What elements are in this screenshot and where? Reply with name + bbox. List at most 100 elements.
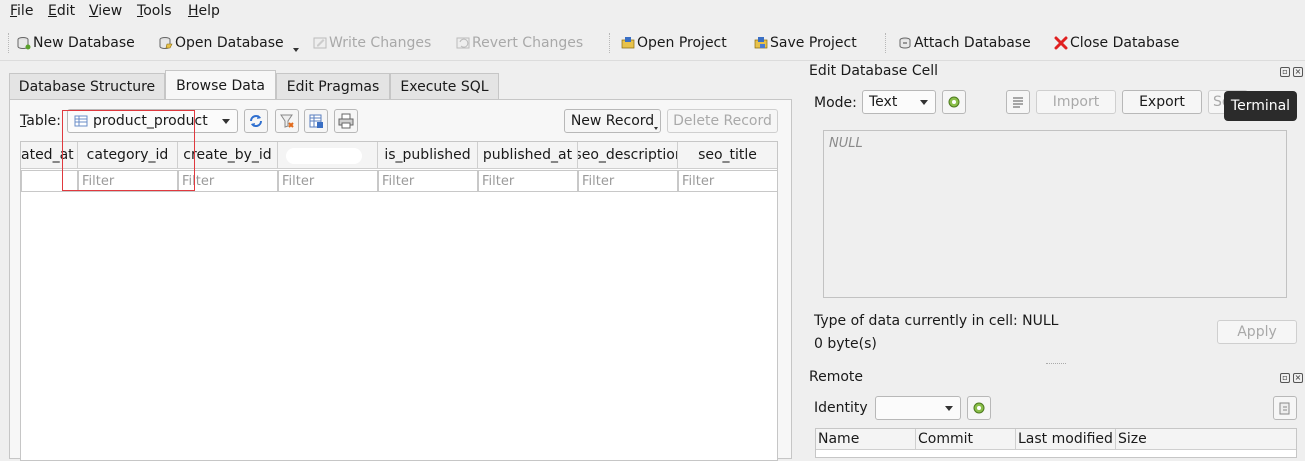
column-header-label: published_at (482, 147, 573, 163)
dock-splitter[interactable] (1046, 363, 1066, 364)
new-database-button[interactable]: New Database (17, 34, 135, 52)
write-changes-button[interactable]: Write Changes (313, 34, 431, 52)
identity-select[interactable] (875, 396, 961, 420)
chevron-down-icon (920, 100, 928, 105)
save-table-icon (309, 114, 323, 128)
tab-browse-data-label: Browse Data (176, 77, 265, 94)
menu-view-mnemonic: V (89, 3, 99, 19)
identity-settings-button[interactable] (967, 396, 991, 420)
new-database-label: New Database (33, 35, 135, 51)
column-header[interactable]: Size (1116, 429, 1296, 450)
menu-help[interactable]: Help (188, 3, 220, 19)
menu-tools-label: ools (143, 3, 172, 19)
menu-file-mnemonic: F (10, 3, 18, 19)
refresh-icon (250, 115, 262, 127)
toolbar-separator-2 (885, 33, 888, 53)
edit-cell-title: Edit Database Cell (809, 63, 938, 79)
save-project-label: Save Project (770, 35, 857, 51)
column-header[interactable] (278, 142, 378, 169)
push-icon (1279, 402, 1290, 415)
tab-browse-data[interactable]: Browse Data (165, 70, 276, 100)
revert-changes-icon (456, 37, 470, 49)
attach-database-label: Attach Database (914, 35, 1031, 51)
remote-title: Remote (809, 369, 864, 385)
apply-label: Apply (1237, 324, 1277, 340)
apply-button[interactable]: Apply (1217, 320, 1297, 344)
auto-switch-button[interactable] (942, 90, 966, 114)
column-header[interactable]: seo_descriptior (578, 142, 678, 169)
menu-tools[interactable]: Tools (137, 3, 172, 19)
import-button[interactable]: Import (1036, 90, 1116, 114)
clear-filters-button[interactable] (275, 109, 299, 133)
tab-execute-sql-label: Execute SQL (400, 78, 489, 95)
refresh-button[interactable] (244, 109, 268, 133)
filter-placeholder: Filter (282, 173, 315, 189)
menu-edit-label: dit (56, 3, 76, 19)
column-header[interactable]: published_at (478, 142, 578, 169)
close-icon[interactable]: × (1293, 67, 1303, 77)
filter-input[interactable]: Filter (678, 170, 777, 192)
revert-changes-button[interactable]: Revert Changes (456, 34, 583, 52)
filter-input[interactable]: Filter (378, 170, 478, 192)
filter-placeholder: Filter (582, 173, 615, 189)
redacted-patch (286, 148, 362, 164)
save-project-icon (754, 37, 768, 49)
open-project-button[interactable]: Open Project (621, 34, 727, 52)
column-header[interactable]: Commit (916, 429, 1016, 450)
tab-database-structure[interactable]: Database Structure (9, 73, 165, 99)
print-button[interactable] (334, 109, 358, 133)
save-table-button[interactable] (304, 109, 328, 133)
open-database-button[interactable]: Open Database (159, 34, 284, 52)
float-icon[interactable]: ▫ (1280, 373, 1290, 383)
tab-database-structure-label: Database Structure (18, 78, 156, 95)
column-header[interactable]: seo_title (678, 142, 777, 169)
float-icon[interactable]: ▫ (1280, 67, 1290, 77)
column-header[interactable]: Last modified (1016, 429, 1116, 450)
new-database-icon (17, 37, 31, 50)
menu-edit-mnemonic: E (48, 3, 57, 19)
tab-edit-pragmas-label: Edit Pragmas (286, 78, 380, 95)
save-project-button[interactable]: Save Project (754, 34, 857, 52)
tab-execute-sql[interactable]: Execute SQL (390, 73, 499, 99)
tab-edit-pragmas[interactable]: Edit Pragmas (276, 73, 390, 99)
column-header-label: Size (1118, 431, 1147, 447)
chevron-down-icon (222, 119, 230, 124)
menu-file-label: ile (17, 3, 34, 19)
new-record-button[interactable]: New Record (564, 109, 661, 133)
open-database-dropdown-icon[interactable] (293, 48, 299, 52)
open-database-label: Open Database (175, 35, 284, 51)
cell-type-info: Type of data currently in cell: NULL (814, 313, 1059, 329)
mode-select[interactable]: Text (862, 90, 936, 114)
menu-edit[interactable]: Edit (48, 3, 75, 19)
gear-icon (973, 402, 985, 414)
menu-view[interactable]: View (89, 3, 122, 19)
filter-input[interactable]: Filter (578, 170, 678, 192)
table-label-text: able: (26, 113, 61, 129)
delete-record-button[interactable]: Delete Record (667, 109, 778, 133)
new-record-dropdown-icon[interactable] (654, 127, 658, 130)
remote-table[interactable]: Name Commit Last modified Size (815, 428, 1297, 458)
menu-file[interactable]: File (10, 3, 33, 19)
write-changes-label: Write Changes (329, 35, 432, 51)
cell-size-info: 0 byte(s) (814, 336, 877, 352)
cell-content: NULL (829, 136, 863, 151)
attach-database-button[interactable]: Attach Database (898, 34, 1031, 52)
close-database-label: Close Database (1070, 35, 1180, 51)
column-header[interactable]: Name (816, 429, 916, 450)
filter-input[interactable]: Filter (478, 170, 578, 192)
column-header-label: Name (818, 431, 860, 447)
filter-input[interactable]: Filter (278, 170, 378, 192)
close-database-button[interactable]: Close Database (1054, 34, 1179, 52)
chevron-down-icon (945, 406, 953, 411)
export-button[interactable]: Export (1122, 90, 1202, 114)
column-header[interactable]: is_published (378, 142, 478, 169)
menu-bar: File Edit View Tools Help (0, 0, 1305, 24)
close-icon[interactable]: × (1293, 373, 1303, 383)
toolbar-handle (8, 33, 11, 53)
delete-record-label: Delete Record (673, 113, 772, 129)
column-header-label: Last modified (1018, 431, 1113, 447)
cell-editor[interactable]: NULL (823, 130, 1287, 298)
word-wrap-button[interactable] (1006, 90, 1030, 114)
push-database-button[interactable] (1273, 396, 1297, 420)
open-database-icon (159, 37, 173, 50)
